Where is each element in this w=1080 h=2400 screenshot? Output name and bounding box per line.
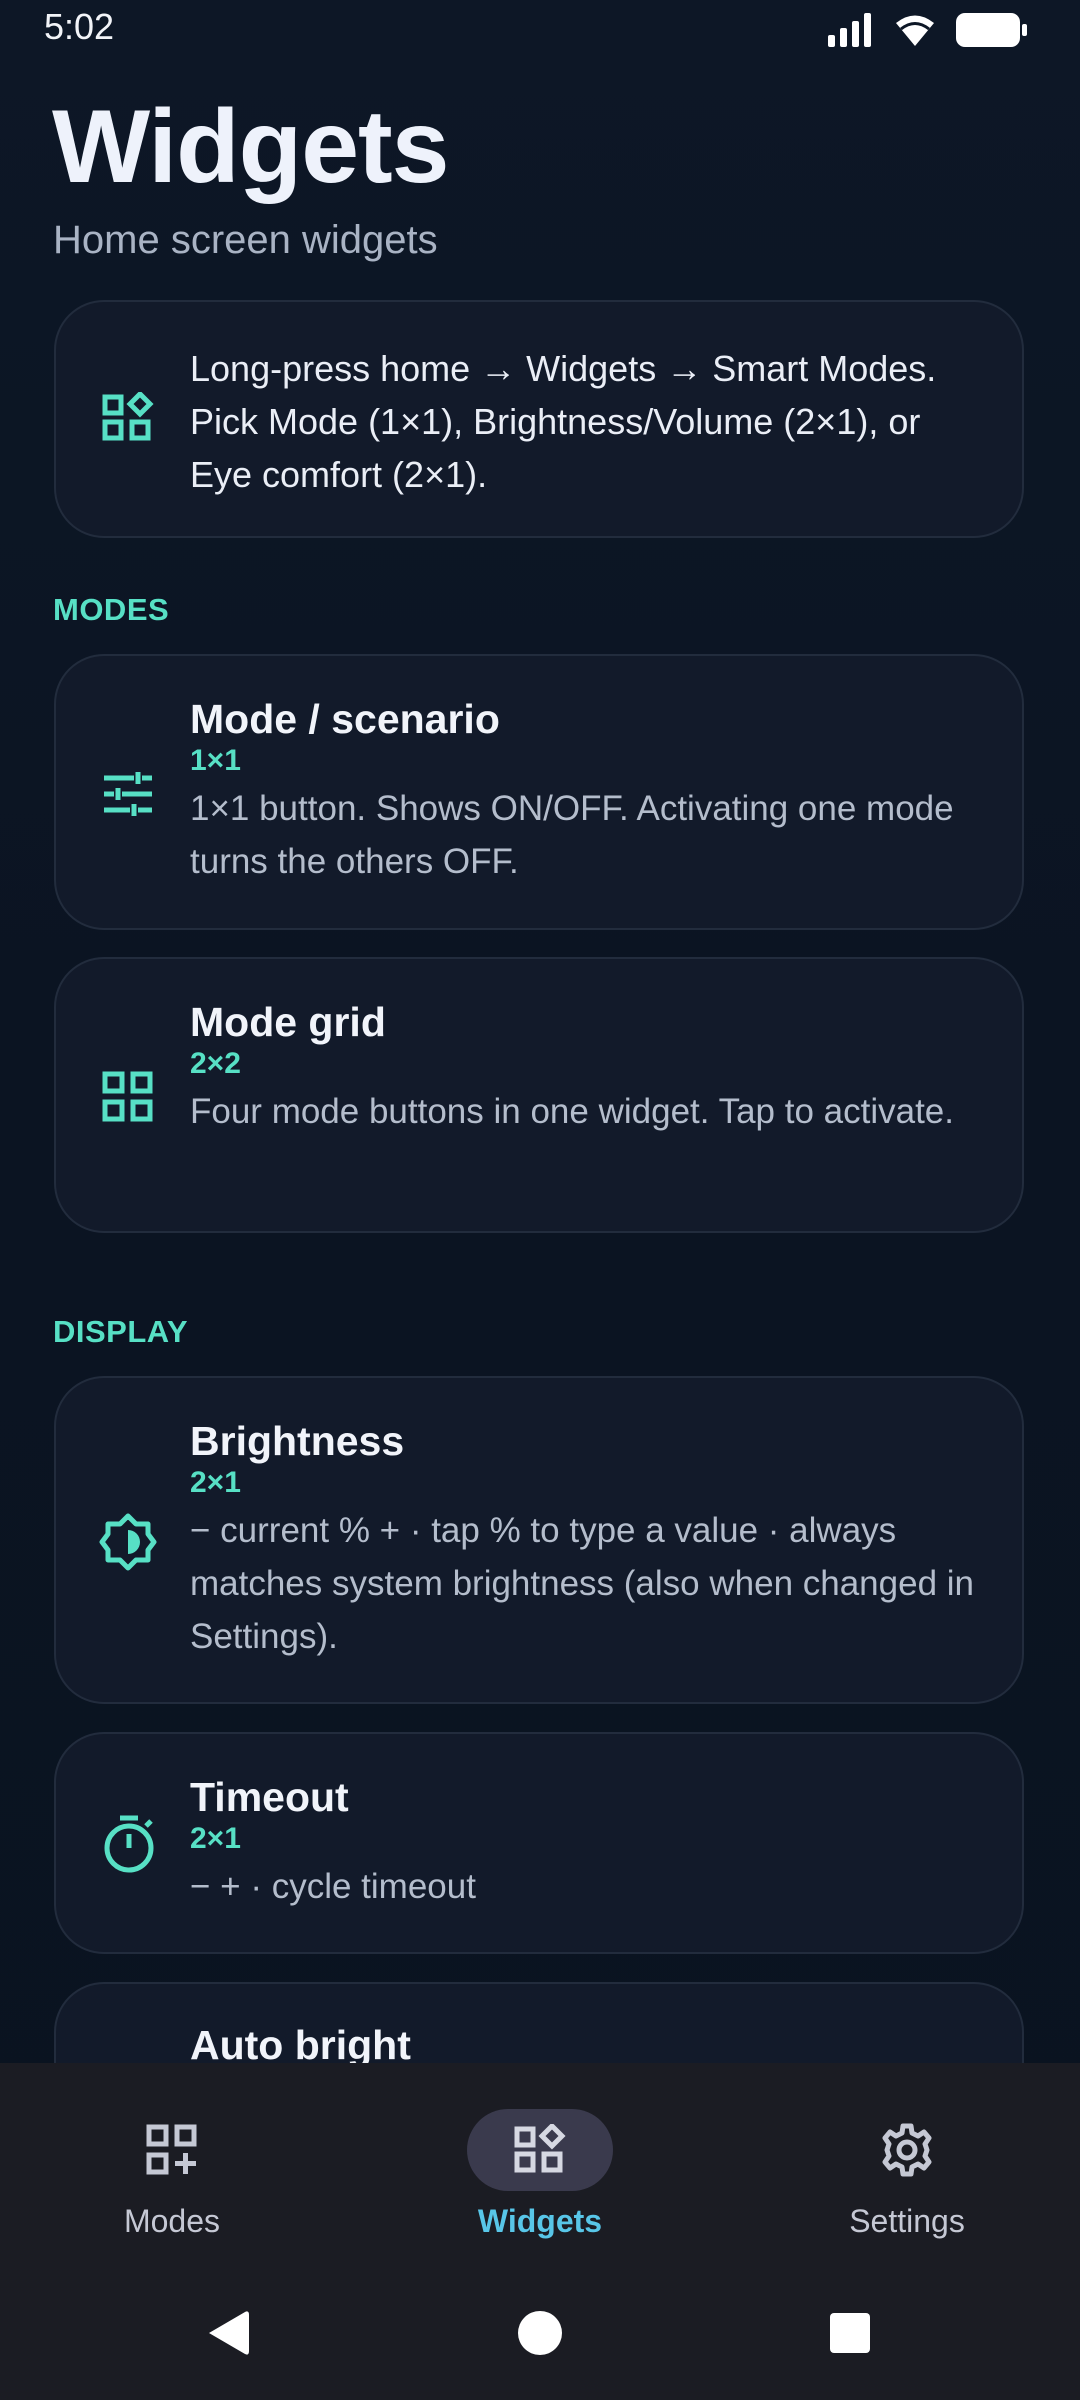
- widget-title: Timeout: [190, 1774, 349, 1820]
- wifi-icon: [896, 15, 934, 46]
- widget-title: Brightness: [190, 1418, 405, 1464]
- gear-icon: [882, 2123, 932, 2177]
- widget-size: 2×1: [190, 1466, 241, 1499]
- widget-card-brightness[interactable]: Brightness 2×1 − current % + · tap % to …: [54, 1376, 1024, 1704]
- widget-description: − + · cycle timeout: [190, 1867, 476, 1906]
- widget-size: 2×1: [190, 1822, 241, 1855]
- widget-title: Mode / scenario: [190, 696, 500, 742]
- info-text: Long-press home → Widgets → Smart Modes.…: [190, 348, 937, 495]
- widget-card-mode-grid[interactable]: Mode grid 2×2 Four mode buttons in one w…: [54, 957, 1024, 1233]
- nav-label: Modes: [123, 2203, 221, 2239]
- bottom-navigation: Modes Widgets Settings: [0, 2063, 1080, 2263]
- widget-title: Mode grid: [190, 999, 386, 1045]
- section-label-display: DISPLAY: [53, 1314, 189, 1349]
- widgets-icon: [514, 2124, 566, 2173]
- widget-card-timeout[interactable]: Timeout 2×1 − + · cycle timeout: [54, 1732, 1024, 1954]
- back-button[interactable]: [188, 2293, 268, 2373]
- home-icon: [518, 2311, 562, 2355]
- nav-item-widgets[interactable]: Widgets: [390, 2063, 690, 2263]
- timer-icon: [104, 1815, 154, 1873]
- status-time: 5:02: [44, 6, 115, 47]
- page-title: Widgets: [52, 89, 450, 205]
- recents-icon: [830, 2313, 870, 2353]
- page-subtitle: Home screen widgets: [53, 218, 438, 262]
- section-label-modes: MODES: [53, 592, 170, 627]
- widget-description: − current % + · tap % to type a value · …: [190, 1511, 975, 1656]
- widget-size: 2×2: [190, 1047, 241, 1080]
- battery-icon: [956, 13, 1027, 47]
- info-card: Long-press home → Widgets → Smart Modes.…: [54, 300, 1024, 538]
- system-navigation-bar: [0, 2263, 1080, 2400]
- nav-item-settings[interactable]: Settings: [757, 2063, 1057, 2263]
- nav-active-indicator: [467, 2109, 613, 2191]
- brightness-icon: [99, 1513, 157, 1571]
- status-bar: 5:02: [0, 0, 1080, 60]
- widget-description: 1×1 button. Shows ON/OFF. Activating one…: [190, 789, 954, 881]
- widget-size: 1×1: [190, 744, 241, 777]
- signal-icon: [828, 13, 871, 47]
- tune-icon: [104, 772, 152, 816]
- grid-icon: [102, 1071, 153, 1122]
- nav-item-modes[interactable]: Modes: [22, 2063, 322, 2263]
- home-button[interactable]: [500, 2293, 580, 2373]
- add-grid-icon: [146, 2124, 197, 2175]
- widget-card-mode-scenario[interactable]: Mode / scenario 1×1 1×1 button. Shows ON…: [54, 654, 1024, 930]
- status-icons: [828, 12, 1028, 48]
- widget-description: Four mode buttons in one widget. Tap to …: [190, 1092, 954, 1131]
- back-icon: [209, 2311, 249, 2355]
- widgets-icon: [102, 392, 154, 441]
- recents-button[interactable]: [810, 2293, 890, 2373]
- nav-label: Widgets: [477, 2203, 603, 2239]
- nav-label: Settings: [849, 2203, 965, 2239]
